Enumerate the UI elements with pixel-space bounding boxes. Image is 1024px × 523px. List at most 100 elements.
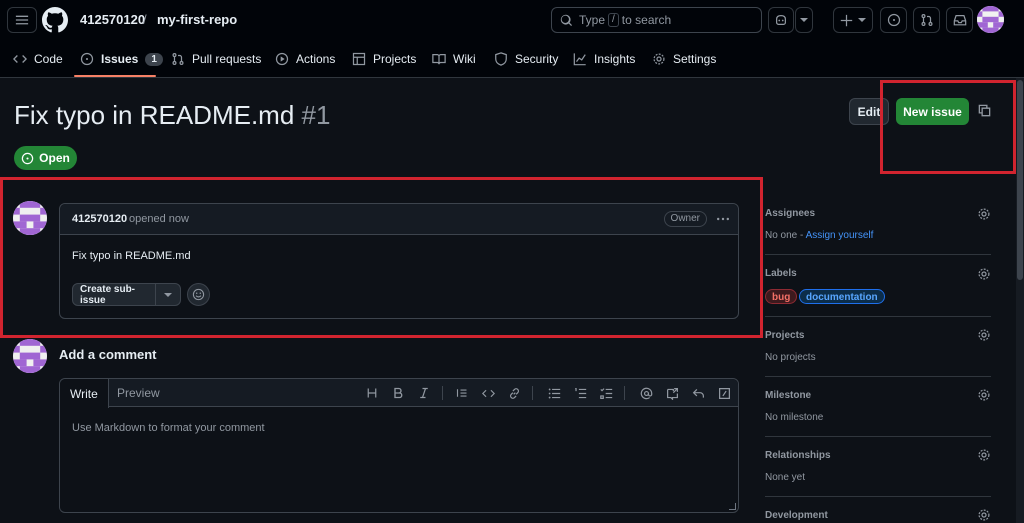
quote-icon[interactable] — [454, 385, 470, 401]
sidebar-divider — [765, 376, 991, 377]
projects-value: No projects — [765, 352, 816, 363]
issues-count-badge: 1 — [145, 52, 163, 66]
tab-label: Wiki — [453, 52, 476, 66]
toolbar-divider — [624, 386, 625, 400]
projects-gear-icon[interactable] — [977, 328, 991, 342]
relationships-gear-icon[interactable] — [977, 448, 991, 462]
copilot-icon — [776, 15, 786, 25]
relationships-value: None yet — [765, 472, 806, 483]
tab-settings[interactable]: Settings — [652, 40, 716, 78]
tab-label: Insights — [594, 52, 636, 66]
label-documentation[interactable]: documentation — [799, 289, 885, 304]
issues-shortcut-button[interactable] — [880, 7, 907, 33]
ordered-list-icon[interactable] — [572, 385, 588, 401]
issue-opened-icon — [21, 152, 34, 164]
sidebar-divider — [765, 496, 991, 497]
issue-state-label: Open — [39, 151, 70, 165]
reply-icon[interactable] — [690, 385, 706, 401]
cross-reference-icon[interactable] — [664, 385, 680, 401]
breadcrumb-separator: / — [143, 12, 147, 27]
triangle-down-icon — [858, 18, 866, 22]
labels-gear-icon[interactable] — [977, 267, 991, 281]
search-placeholder-suffix: to search — [621, 13, 672, 27]
unordered-list-icon[interactable] — [546, 385, 562, 401]
comment-editor: Write Preview Use Markdown to format you… — [59, 378, 739, 513]
search-shortcut-key: / — [608, 13, 619, 27]
highlight-box-comment — [0, 177, 763, 338]
milestone-value: No milestone — [765, 412, 824, 423]
add-comment-heading: Add a comment — [59, 347, 157, 362]
tab-insights[interactable]: Insights — [573, 40, 635, 78]
assignees-value: No one - Assign yourself — [765, 230, 873, 241]
sidebar-divider — [765, 254, 991, 255]
tab-issues[interactable]: Issues 1 — [80, 40, 163, 78]
menu-button[interactable] — [7, 7, 37, 33]
highlight-box-new-issue — [880, 80, 1016, 174]
assign-yourself-link[interactable]: Assign yourself — [806, 230, 874, 241]
link-icon[interactable] — [506, 385, 522, 401]
git-pull-request-icon — [172, 53, 184, 65]
mention-icon[interactable] — [638, 385, 654, 401]
inbox-button[interactable] — [946, 7, 973, 33]
book-icon — [432, 54, 446, 65]
tab-preview[interactable]: Preview — [117, 379, 160, 407]
issue-opened-icon — [887, 13, 900, 27]
tab-security[interactable]: Security — [494, 40, 558, 78]
triangle-down-icon — [800, 18, 808, 22]
tab-label: Code — [34, 52, 63, 66]
copilot-button[interactable] — [768, 7, 794, 33]
plus-icon — [840, 14, 853, 26]
label-bug[interactable]: bug — [765, 289, 798, 304]
assignees-none-text: No one - — [765, 230, 806, 241]
assignees-heading: Assignees — [765, 208, 816, 219]
active-tab-underline — [74, 75, 156, 77]
copilot-dropdown-button[interactable] — [795, 7, 813, 33]
gear-icon — [653, 53, 665, 65]
tab-label: Pull requests — [192, 52, 262, 66]
current-user-avatar[interactable] — [13, 339, 47, 373]
tab-code[interactable]: Code — [13, 40, 63, 78]
tab-write[interactable]: Write — [60, 379, 109, 408]
play-icon — [275, 52, 289, 66]
heading-icon[interactable] — [364, 385, 380, 401]
tab-wiki[interactable]: Wiki — [432, 40, 476, 78]
slash-commands-icon[interactable] — [716, 385, 732, 401]
repo-owner-link[interactable]: 412570120 — [80, 12, 145, 27]
user-avatar[interactable] — [977, 6, 1004, 33]
shield-icon — [495, 52, 507, 66]
assignees-gear-icon[interactable] — [977, 207, 991, 221]
tab-projects[interactable]: Projects — [352, 40, 416, 78]
tab-actions[interactable]: Actions — [275, 40, 335, 78]
sidebar-divider — [765, 316, 991, 317]
sidebar-divider — [765, 436, 991, 437]
tab-label: Actions — [296, 52, 336, 66]
graph-icon — [573, 53, 586, 66]
development-gear-icon[interactable] — [977, 508, 991, 522]
git-pull-request-icon — [920, 14, 933, 26]
code-icon[interactable] — [480, 385, 496, 401]
task-list-icon[interactable] — [598, 385, 614, 401]
italic-icon[interactable] — [416, 385, 432, 401]
hamburger-icon — [15, 15, 29, 25]
tab-label: Security — [515, 52, 559, 66]
tab-pull-requests[interactable]: Pull requests — [171, 40, 261, 78]
bold-icon[interactable] — [390, 385, 406, 401]
tab-label: Projects — [373, 52, 417, 66]
editor-toolbar: Write Preview — [60, 379, 738, 408]
development-heading: Development — [765, 510, 828, 521]
issue-title: Fix typo in README.md #1 — [14, 100, 330, 131]
search-input[interactable]: Type / to search — [551, 7, 762, 33]
github-logo-icon[interactable] — [42, 7, 68, 33]
scrollbar-thumb[interactable] — [1017, 80, 1023, 280]
milestone-gear-icon[interactable] — [977, 388, 991, 402]
pull-requests-shortcut-button[interactable] — [913, 7, 940, 33]
issue-title-text: Fix typo in README.md — [14, 100, 295, 130]
comment-textarea[interactable]: Use Markdown to format your comment — [72, 422, 265, 434]
app-header: 412570120 / my-first-repo Type / to sear… — [0, 0, 1024, 40]
resize-handle[interactable] — [729, 503, 736, 510]
code-icon — [13, 55, 27, 63]
create-new-button[interactable] — [833, 7, 873, 33]
repo-name-link[interactable]: my-first-repo — [157, 12, 237, 27]
relationships-heading: Relationships — [765, 450, 831, 461]
inbox-icon — [953, 15, 966, 26]
